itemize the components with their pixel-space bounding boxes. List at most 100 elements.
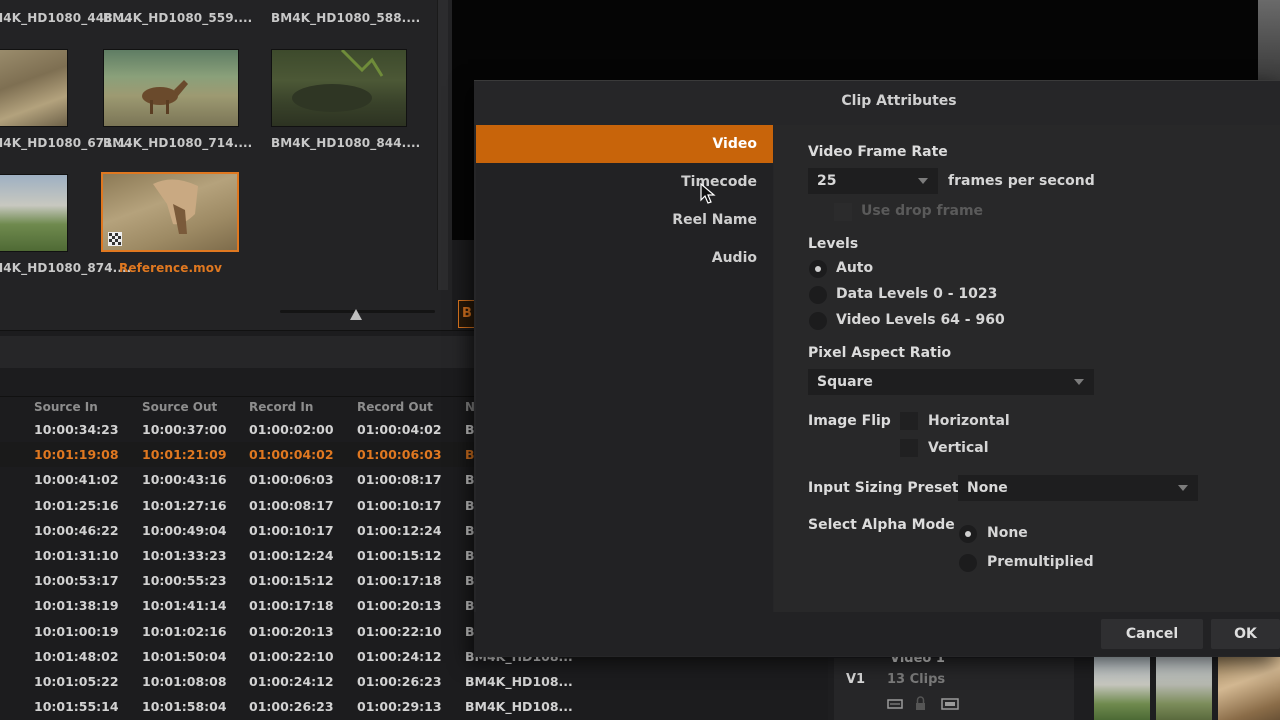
viewer (452, 0, 1280, 80)
clip-count: 13 Clips (887, 672, 946, 687)
cell-source-in: 10:01:31:10 (34, 548, 119, 563)
checkerboard-icon (108, 232, 122, 246)
table-row[interactable]: 10:01:55:14 10:01:58:04 01:00:26:23 01:00:2… (0, 694, 600, 719)
cell-source-out: 10:01:27:16 (142, 497, 227, 513)
horse-grazing-image (153, 179, 198, 234)
sizing-preset-dropdown[interactable]: None (958, 475, 1198, 501)
levels-video-label[interactable]: Video Levels 64 - 960 (836, 312, 1005, 328)
column-header-record-in[interactable]: Record In (249, 400, 313, 414)
levels-data-radio[interactable] (809, 286, 827, 304)
viewer-edge (452, 80, 474, 240)
column-header-record-out[interactable]: Record Out (357, 400, 433, 414)
clip-label[interactable]: BM4K_HD1080_559.... (103, 11, 252, 25)
flip-vertical-checkbox[interactable] (900, 439, 918, 457)
cell-name: BM4K_HD108... (465, 674, 573, 689)
timeline-clip-thumbnail[interactable] (1094, 656, 1150, 720)
cell-record-in: 01:00:15:12 (249, 573, 334, 589)
clip-label[interactable]: BM4K_HD1080_588.... (271, 11, 420, 25)
pixel-aspect-dropdown[interactable]: Square (808, 369, 1094, 395)
column-header-divider (0, 396, 474, 397)
media-pool-scrollbar[interactable] (437, 0, 448, 290)
cell-source-out: 10:00:37:00 (142, 422, 227, 437)
cell-record-in: 01:00:02:00 (249, 422, 334, 437)
nav-item-reel-name[interactable]: Reel Name (476, 201, 773, 239)
cell-source-out: 10:00:49:04 (142, 522, 227, 538)
dialog-nav: Video Timecode Reel Name Audio (476, 125, 773, 613)
clip-thumbnail[interactable] (0, 174, 68, 252)
clip-thumbnail[interactable] (103, 49, 239, 127)
pixel-aspect-label: Pixel Aspect Ratio (808, 345, 952, 361)
track-controls (887, 696, 959, 710)
timeline-clip-thumbnail[interactable] (1218, 656, 1280, 720)
levels-auto-radio[interactable] (809, 260, 827, 278)
cell-source-in: 10:01:55:14 (34, 699, 119, 715)
auto-select-icon[interactable] (887, 699, 903, 709)
timeline-clip-thumbnail[interactable] (1156, 656, 1212, 720)
track-header: Video 1 V1 13 Clips (834, 651, 1074, 720)
cell-record-out: 01:00:24:12 (357, 648, 442, 664)
cell-source-out: 10:00:55:23 (142, 573, 227, 589)
cell-record-in: 01:00:06:03 (249, 472, 334, 488)
clip-thumbnail-selected[interactable] (101, 172, 239, 252)
nav-item-video[interactable]: Video (476, 125, 773, 163)
ok-button[interactable]: OK (1211, 619, 1280, 649)
cell-source-out: 10:01:50:04 (142, 648, 227, 664)
cell-source-out: 10:01:41:14 (142, 598, 227, 614)
cell-source-in: 10:00:53:17 (34, 573, 119, 589)
column-header-source-in[interactable]: Source In (34, 400, 98, 414)
clip-thumbnail[interactable] (0, 49, 68, 127)
clip-label[interactable]: BM4K_HD1080_844.... (271, 136, 420, 150)
flip-vertical-label[interactable]: Vertical (928, 440, 989, 456)
cell-source-out: 10:01:08:08 (142, 674, 227, 689)
monitor-icon[interactable] (941, 698, 959, 710)
alpha-premultiplied-label[interactable]: Premultiplied (987, 554, 1094, 570)
frame-rate-label: Video Frame Rate (808, 144, 948, 160)
frame-rate-dropdown[interactable]: 25 (808, 168, 938, 194)
alpha-none-label[interactable]: None (987, 525, 1028, 541)
cell-record-in: 01:00:10:17 (249, 522, 334, 538)
flip-horizontal-label[interactable]: Horizontal (928, 413, 1010, 429)
cell-record-out: 01:00:04:02 (357, 422, 442, 437)
cell-source-in: 10:01:05:22 (34, 674, 119, 689)
cell-record-in: 01:00:17:18 (249, 598, 334, 614)
chevron-down-icon (918, 178, 928, 184)
levels-label: Levels (808, 236, 859, 252)
nav-item-audio[interactable]: Audio (476, 239, 773, 277)
clip-label[interactable]: BM4K_HD1080_714.... (103, 136, 252, 150)
cell-record-out: 01:00:20:13 (357, 598, 442, 614)
clip-label[interactable]: BM4K_HD1080_874.... (0, 261, 131, 275)
cell-source-out: 10:00:43:16 (142, 472, 227, 488)
levels-video-radio[interactable] (809, 312, 827, 330)
cell-source-out: 10:01:58:04 (142, 699, 227, 715)
frame-rate-value: 25 (817, 173, 837, 189)
cell-record-out: 01:00:15:12 (357, 548, 442, 563)
cancel-button[interactable]: Cancel (1101, 619, 1203, 649)
alpha-premultiplied-radio[interactable] (959, 554, 977, 572)
column-header-source-out[interactable]: Source Out (142, 400, 217, 414)
flip-horizontal-checkbox[interactable] (900, 412, 918, 430)
levels-auto-label[interactable]: Auto (836, 260, 873, 276)
nav-item-timecode[interactable]: Timecode (476, 163, 773, 201)
media-pool: BM4K_HD1080_448.... BM4K_HD1080_559.... … (0, 0, 452, 296)
cell-record-out: 01:00:17:18 (357, 573, 442, 589)
horse-image (142, 80, 188, 114)
lock-icon[interactable] (916, 696, 925, 710)
table-row[interactable]: 10:01:05:22 10:01:08:08 01:00:24:12 01:00:2… (0, 669, 600, 694)
cell-record-in: 01:00:04:02 (249, 447, 334, 463)
cell-source-out: 10:01:33:23 (142, 548, 227, 563)
clip-thumbnail[interactable] (271, 48, 407, 127)
drop-frame-checkbox[interactable] (834, 203, 852, 221)
sizing-preset-value: None (967, 480, 1008, 496)
cell-source-in: 10:00:41:02 (34, 472, 119, 488)
cell-source-in: 10:01:48:02 (34, 648, 119, 664)
cell-record-out: 01:00:22:10 (357, 623, 442, 639)
cell-source-in: 10:01:25:16 (34, 497, 119, 513)
image-flip-label: Image Flip (808, 413, 891, 429)
edit-list-toolbar (0, 336, 474, 368)
levels-data-label[interactable]: Data Levels 0 - 1023 (836, 286, 997, 302)
pond-image (292, 48, 384, 112)
clip-label-selected[interactable]: Reference.mov (119, 261, 222, 275)
dialog-title: Clip Attributes (841, 93, 957, 109)
alpha-none-radio[interactable] (959, 525, 977, 543)
slider-handle-icon[interactable] (350, 309, 362, 320)
